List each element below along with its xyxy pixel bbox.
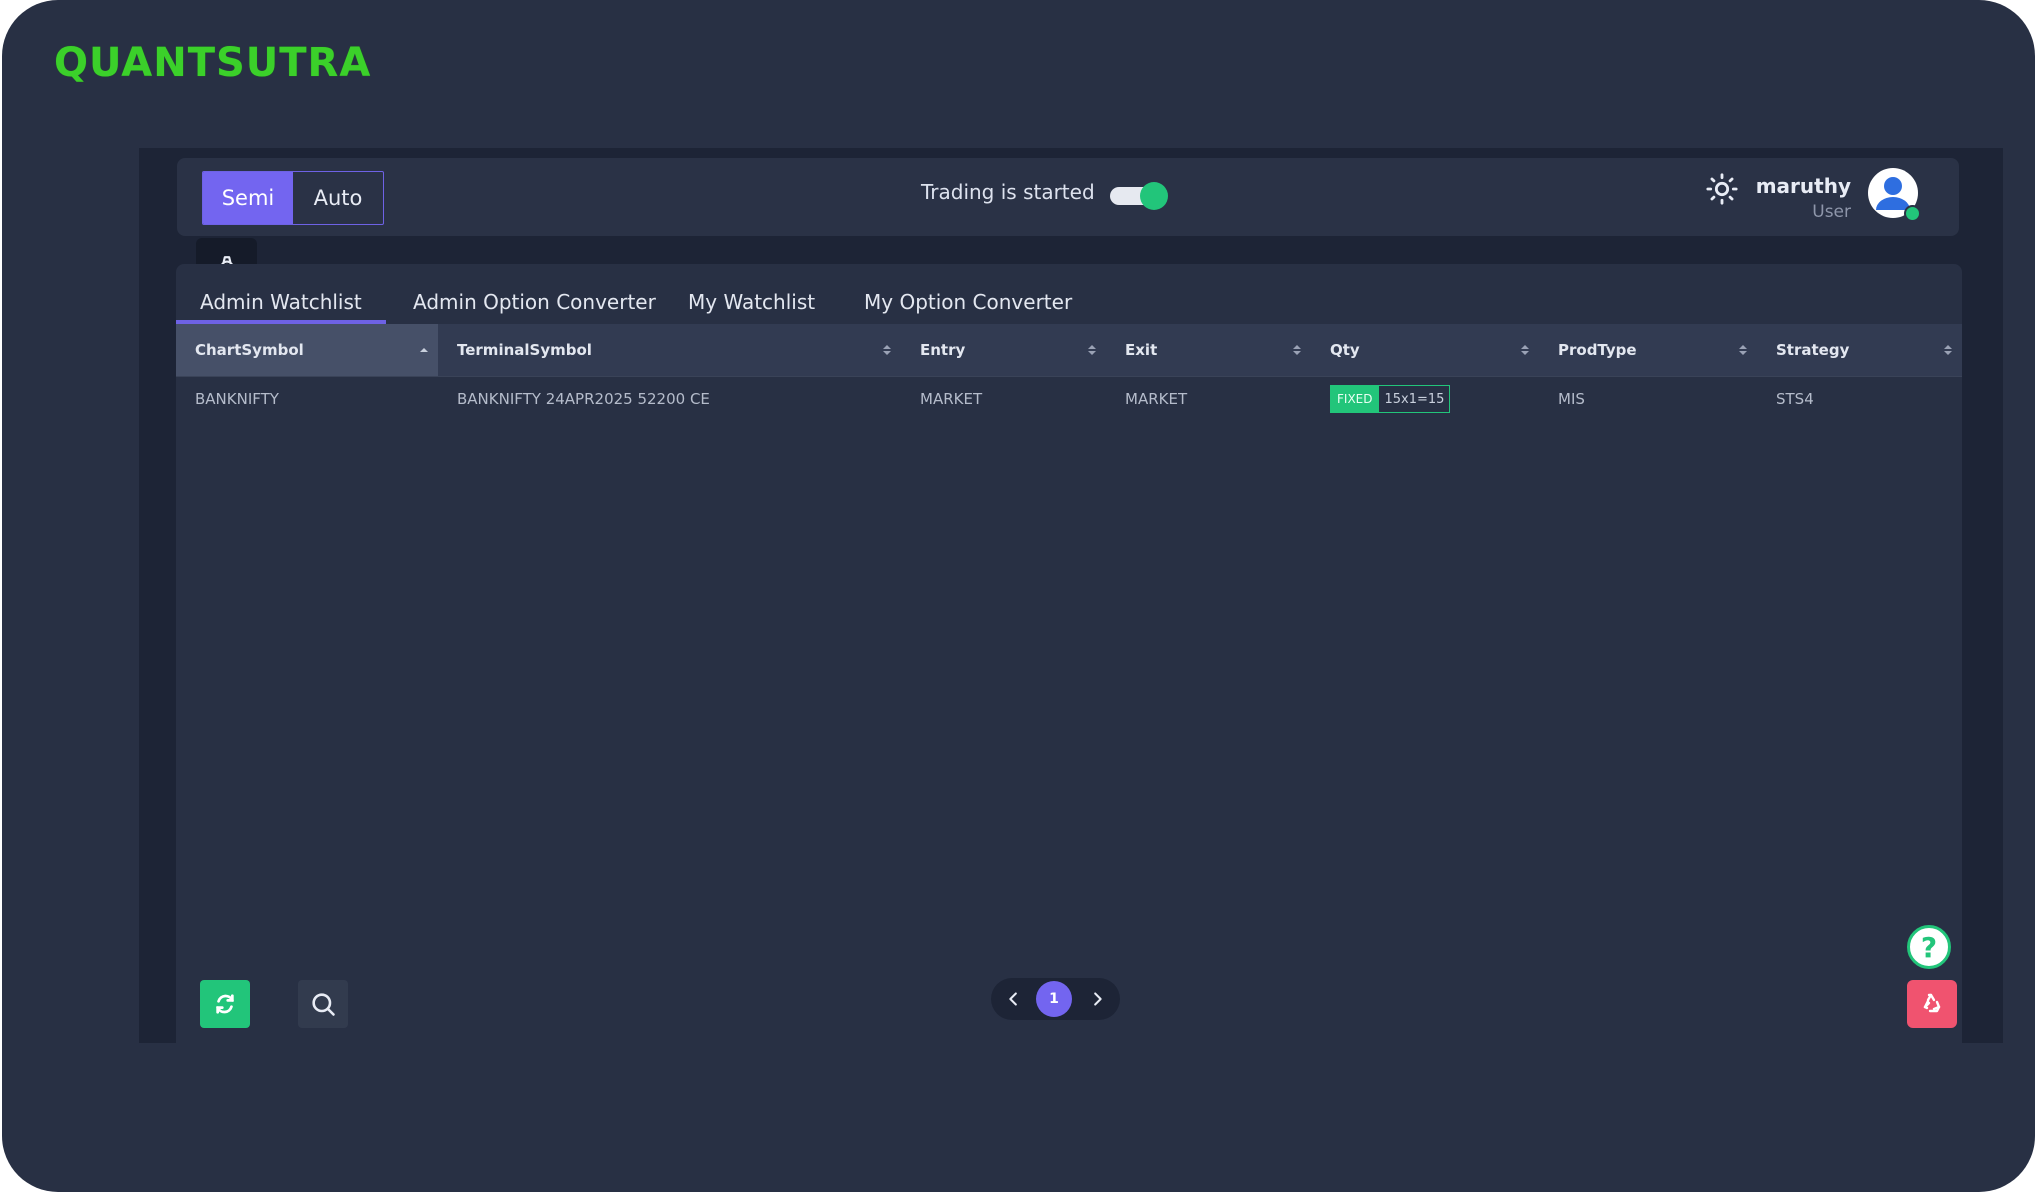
column-header-entry[interactable]: Entry: [901, 324, 1106, 376]
sort-asc-icon: [420, 348, 428, 352]
help-button[interactable]: ?: [1907, 925, 1951, 969]
column-header-chartsymbol[interactable]: ChartSymbol: [176, 324, 438, 376]
app-frame: QUANTSUTRA Semi Auto Trading is started …: [2, 0, 2035, 1192]
refresh-button[interactable]: [200, 980, 250, 1028]
column-label: Exit: [1125, 341, 1158, 359]
cell-qty: FIXED 15x1=15: [1311, 377, 1451, 421]
tab-my-option-converter[interactable]: My Option Converter: [840, 278, 1096, 324]
tab-bar: Admin Watchlist Admin Option Converter M…: [176, 264, 1962, 324]
trading-status-label: Trading is started: [921, 180, 1095, 204]
page-number-button[interactable]: 1: [1036, 981, 1072, 1017]
tab-admin-watchlist[interactable]: Admin Watchlist: [176, 278, 386, 324]
theme-toggle-button[interactable]: [1705, 172, 1739, 206]
sun-icon: [1706, 173, 1738, 205]
column-label: ChartSymbol: [195, 341, 304, 359]
quantsutra-logo: QUANTSUTRA: [54, 40, 372, 86]
chevron-right-icon: [1094, 992, 1102, 1006]
cell-terminalsymbol: BANKNIFTY 24APR2025 52200 CE: [457, 390, 710, 408]
sort-icon: [883, 345, 891, 355]
search-button[interactable]: [298, 980, 348, 1028]
sort-icon: [1521, 345, 1529, 355]
column-label: Qty: [1330, 341, 1360, 359]
sort-icon: [1739, 345, 1747, 355]
search-icon: [312, 993, 335, 1016]
table-row[interactable]: BANKNIFTY BANKNIFTY 24APR2025 52200 CE M…: [176, 376, 1962, 421]
column-label: ProdType: [1558, 341, 1637, 359]
column-header-exit[interactable]: Exit: [1106, 324, 1311, 376]
sort-icon: [1944, 345, 1952, 355]
watchlist-panel: Admin Watchlist Admin Option Converter M…: [176, 264, 1962, 1044]
qty-type-badge: FIXED: [1330, 385, 1380, 413]
column-label: Entry: [920, 341, 966, 359]
column-header-qty[interactable]: Qty: [1311, 324, 1539, 376]
table-header: ChartSymbol TerminalSymbol Entry Exit Qt…: [176, 324, 1962, 376]
recycle-icon: [1923, 993, 1941, 1013]
cell-chartsymbol: BANKNIFTY: [195, 390, 279, 408]
mode-toggle-group: Semi Auto: [202, 171, 384, 225]
previous-page-button[interactable]: [1003, 988, 1025, 1010]
sort-icon: [1088, 345, 1096, 355]
next-page-button[interactable]: [1086, 988, 1108, 1010]
column-header-prodtype[interactable]: ProdType: [1539, 324, 1757, 376]
cell-strategy: STS4: [1776, 390, 1814, 408]
user-name: maruthy: [1755, 174, 1851, 198]
column-header-terminalsymbol[interactable]: TerminalSymbol: [438, 324, 901, 376]
tab-my-watchlist[interactable]: My Watchlist: [664, 278, 839, 324]
online-status-dot: [1904, 205, 1921, 222]
mode-semi-button[interactable]: Semi: [203, 172, 293, 224]
toggle-knob: [1140, 182, 1168, 210]
trading-toggle[interactable]: [1110, 182, 1168, 210]
tab-admin-option-converter[interactable]: Admin Option Converter: [389, 278, 680, 324]
qty-value: 15x1=15: [1379, 385, 1451, 413]
mode-auto-button[interactable]: Auto: [293, 172, 383, 224]
cell-prodtype: MIS: [1558, 390, 1585, 408]
chevron-left-icon: [1009, 992, 1017, 1006]
refresh-icon: [216, 994, 234, 1014]
column-label: TerminalSymbol: [457, 341, 592, 359]
column-label: Strategy: [1776, 341, 1850, 359]
top-bar: Semi Auto Trading is started maruthy Use…: [177, 158, 1959, 236]
user-role: User: [1812, 202, 1851, 222]
sort-icon: [1293, 345, 1301, 355]
cell-entry: MARKET: [920, 390, 983, 408]
recycle-button[interactable]: [1907, 980, 1957, 1028]
column-header-strategy[interactable]: Strategy: [1757, 324, 1962, 376]
cell-exit: MARKET: [1125, 390, 1188, 408]
pagination: 1: [991, 978, 1120, 1020]
